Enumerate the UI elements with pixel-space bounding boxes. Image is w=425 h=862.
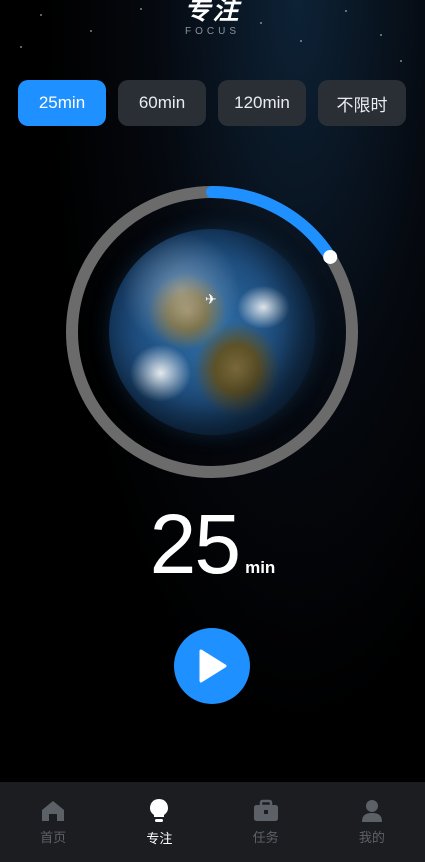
duration-tab-60[interactable]: 60min [118,80,206,126]
page-subtitle: FOCUS [185,26,240,37]
lightbulb-icon [150,798,169,822]
nav-item-profile[interactable]: 我的 [319,782,425,862]
play-icon [199,649,227,683]
progress-ring-knob[interactable] [323,249,338,264]
nav-item-home[interactable]: 首页 [0,782,106,862]
duration-tab-unlimited[interactable]: 不限时 [318,80,406,126]
duration-tab-120[interactable]: 120min [218,80,306,126]
earth-image: ✈ [109,229,315,435]
user-icon [361,799,382,822]
briefcase-icon [253,799,278,821]
nav-item-label: 我的 [358,829,385,845]
timer-unit: min [245,558,276,577]
focus-screen: 专注 FOCUS 25min 60min 120min 不限时 ✈ 25 min … [0,0,425,862]
play-button[interactable] [174,628,250,704]
nav-item-focus[interactable]: 专注 [106,782,212,862]
nav-item-label: 专注 [146,830,173,846]
progress-ring: ✈ [63,183,361,481]
duration-tabs: 25min 60min 120min 不限时 [18,80,406,126]
duration-tab-25[interactable]: 25min [18,80,106,126]
nav-item-tasks[interactable]: 任务 [213,782,319,862]
page-title: 专注 [184,0,241,25]
nav-item-label: 任务 [252,829,279,845]
timer-display: 25 min [0,496,425,593]
airplane-icon: ✈ [205,291,217,307]
home-icon [42,800,65,821]
timer-value: 25 [149,497,241,591]
bottom-nav: 首页 专注 任务 我的 [0,782,425,862]
nav-item-label: 首页 [40,829,67,845]
